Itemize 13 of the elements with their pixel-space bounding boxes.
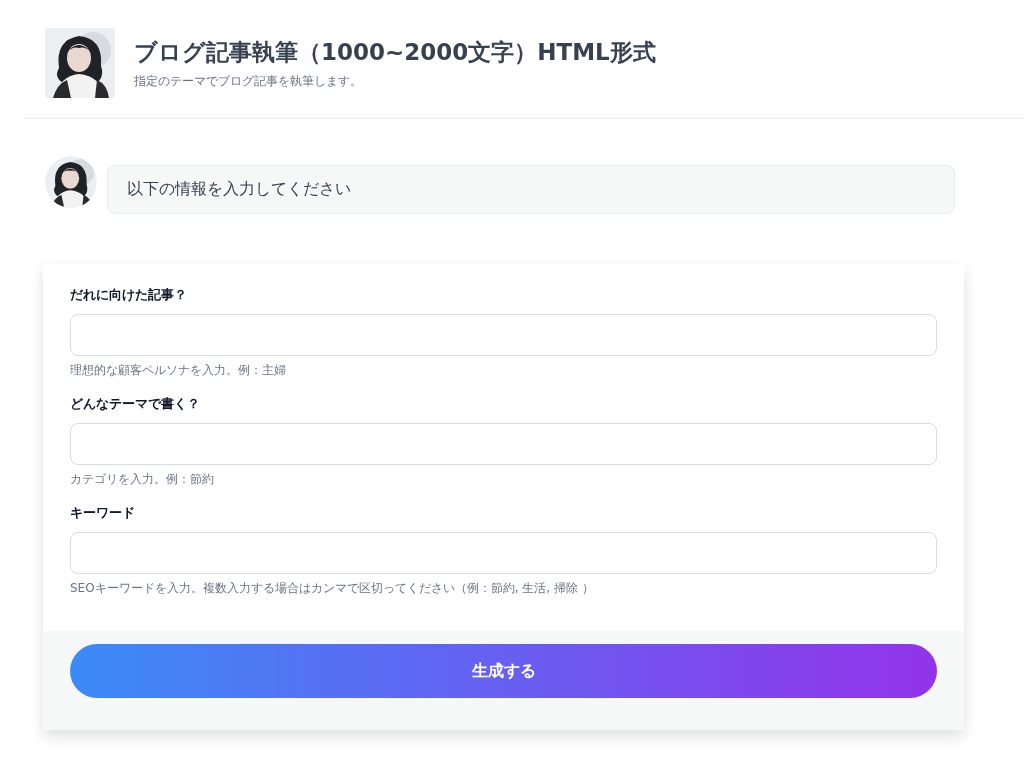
- input-field[interactable]: [70, 532, 937, 574]
- field-hint: 理想的な顧客ペルソナを入力。例：主婦: [70, 362, 287, 379]
- generate-button[interactable]: 生成する: [70, 644, 937, 698]
- input-field[interactable]: [70, 314, 937, 356]
- message-bubble: 以下の情報を入力してください: [107, 165, 955, 214]
- field-label: どんなテーマで書く？: [70, 395, 201, 413]
- page-title: ブログ記事執筆（1000~2000文字）HTML形式: [134, 37, 656, 67]
- field-label: だれに向けた記事？: [70, 286, 188, 304]
- field-hint: SEOキーワードを入力。複数入力する場合はカンマで区切ってください（例：節約, 生活, 掃除 ）: [70, 580, 595, 597]
- field-label: キーワード: [70, 504, 136, 522]
- field-hint: カテゴリを入力。例：節約: [70, 471, 215, 488]
- page-subtitle: 指定のテーマでブログ記事を執筆します。: [134, 72, 363, 90]
- input-field[interactable]: [70, 423, 937, 465]
